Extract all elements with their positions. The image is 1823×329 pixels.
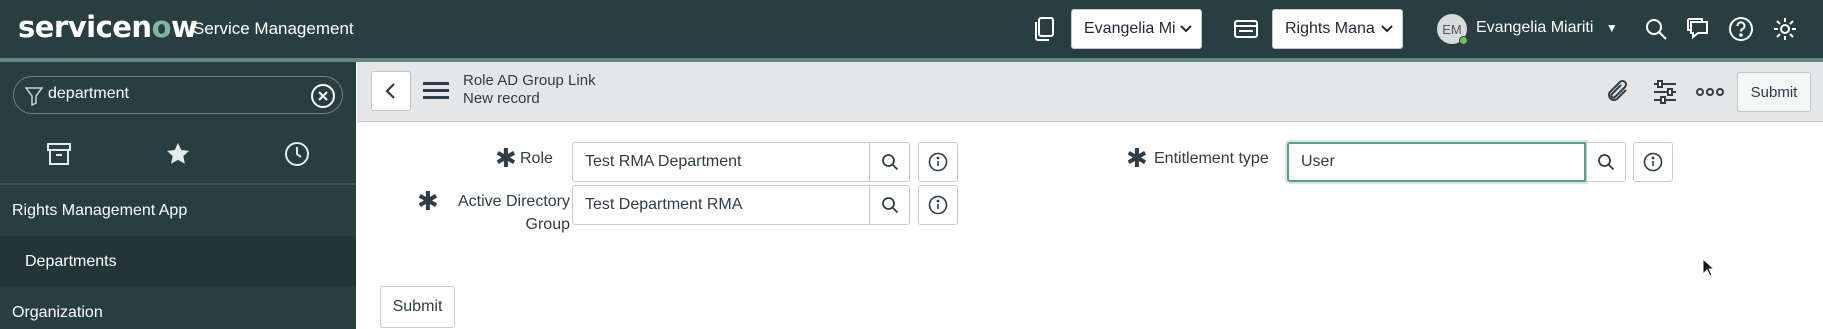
- application-navigator: department Rights Management App Departm…: [0, 62, 356, 329]
- sidebar-item-organization[interactable]: Organization: [0, 287, 356, 329]
- domain-picker-icon[interactable]: [1029, 14, 1059, 44]
- required-marker: ✱: [1126, 143, 1148, 173]
- search-icon: [1598, 154, 1615, 171]
- header-submit-button[interactable]: Submit: [1737, 72, 1811, 112]
- table-label: Role AD Group Link: [463, 72, 596, 89]
- entitlement-type-lookup-button[interactable]: [1586, 142, 1626, 182]
- menu-icon: [423, 82, 449, 99]
- role-info-button[interactable]: [918, 142, 958, 182]
- back-button[interactable]: [371, 71, 411, 111]
- role-field[interactable]: Test RMA Department: [572, 142, 870, 182]
- domain-select-value: Evangelia Mi: [1084, 20, 1176, 37]
- app-title: Service Management: [193, 19, 354, 38]
- ad-group-field[interactable]: Test Department RMA: [572, 185, 870, 225]
- info-icon: [928, 195, 948, 215]
- record-title: Role AD Group Link New record: [463, 72, 596, 108]
- caret-down-icon: ▼: [1605, 21, 1618, 35]
- mouse-cursor-icon: [1702, 258, 1716, 277]
- history-icon: [284, 142, 309, 166]
- entitlement-type-info-button[interactable]: [1633, 142, 1673, 182]
- presence-indicator: [1459, 36, 1468, 45]
- tab-history[interactable]: [237, 128, 356, 180]
- form-header: Role AD Group Link New record Submit: [357, 62, 1823, 122]
- back-icon: [385, 83, 395, 99]
- chevron-down-icon: [1180, 25, 1192, 33]
- info-icon: [928, 152, 948, 172]
- entitlement-type-field[interactable]: User: [1287, 142, 1586, 182]
- tab-favorites[interactable]: [119, 128, 238, 180]
- sidebar-item-label: Organization: [12, 304, 103, 321]
- ad-group-lookup-button[interactable]: [870, 185, 910, 225]
- required-marker: ✱: [495, 143, 517, 173]
- sidebar-item-departments[interactable]: Departments: [0, 236, 356, 286]
- navigator-tabs: [0, 128, 356, 180]
- personalize-icon[interactable]: [1650, 77, 1680, 107]
- context-menu-button[interactable]: [423, 80, 449, 107]
- record-label: New record: [463, 90, 540, 107]
- record-form: ✱ Role Test RMA Department ✱ Active Dire…: [357, 123, 1823, 329]
- attachment-icon[interactable]: [1604, 77, 1634, 107]
- entitlement-type-label: Entitlement type: [1154, 150, 1269, 167]
- search-icon: [881, 154, 898, 171]
- role-value: Test RMA Department: [585, 153, 742, 170]
- domain-select[interactable]: Evangelia Mi: [1071, 9, 1202, 49]
- tab-all-apps[interactable]: [0, 128, 119, 180]
- clear-filter-icon[interactable]: [310, 83, 336, 109]
- application-select[interactable]: Rights Mana: [1272, 9, 1403, 49]
- ad-group-value: Test Department RMA: [585, 196, 743, 213]
- chat-icon[interactable]: [1683, 14, 1713, 44]
- user-menu[interactable]: Evangelia Miariti ▼: [1476, 19, 1618, 37]
- logo-text-prefix: servicen: [18, 10, 152, 44]
- ad-group-info-button[interactable]: [918, 185, 958, 225]
- favorites-icon: [167, 143, 189, 164]
- navigator-filter-value: department: [48, 85, 129, 102]
- ad-group-label-line1: Active Directory: [457, 193, 570, 210]
- sidebar-item-label: Rights Management App: [12, 202, 188, 219]
- info-icon: [1643, 152, 1663, 172]
- chevron-down-icon: [1381, 25, 1393, 33]
- role-lookup-button[interactable]: [870, 142, 910, 182]
- sidebar-item-label: Departments: [25, 253, 117, 270]
- search-icon[interactable]: [1641, 14, 1671, 44]
- filter-icon: [25, 87, 43, 106]
- ad-group-label: Active Directory Group: [443, 190, 570, 236]
- more-icon[interactable]: [1695, 77, 1725, 107]
- application-select-value: Rights Mana: [1285, 20, 1375, 37]
- help-icon[interactable]: [1726, 14, 1756, 44]
- settings-icon[interactable]: [1770, 14, 1800, 44]
- app-picker-icon[interactable]: [1231, 14, 1261, 44]
- entitlement-type-value: User: [1301, 153, 1335, 170]
- navigator-filter-input[interactable]: department: [13, 76, 343, 114]
- user-name: Evangelia Miariti: [1476, 19, 1594, 36]
- all-apps-icon: [47, 143, 72, 165]
- sidebar-item-rights-management-app[interactable]: Rights Management App: [0, 185, 356, 235]
- ad-group-label-line2: Group: [525, 216, 570, 233]
- logo-text-o: o: [151, 10, 172, 44]
- top-navigation-bar: servicenow Service Management Evangelia …: [0, 0, 1823, 58]
- role-label: Role: [520, 150, 553, 167]
- form-submit-button[interactable]: Submit: [380, 286, 455, 328]
- search-icon: [881, 197, 898, 214]
- servicenow-logo[interactable]: servicenow: [18, 10, 198, 44]
- required-marker: ✱: [417, 186, 439, 216]
